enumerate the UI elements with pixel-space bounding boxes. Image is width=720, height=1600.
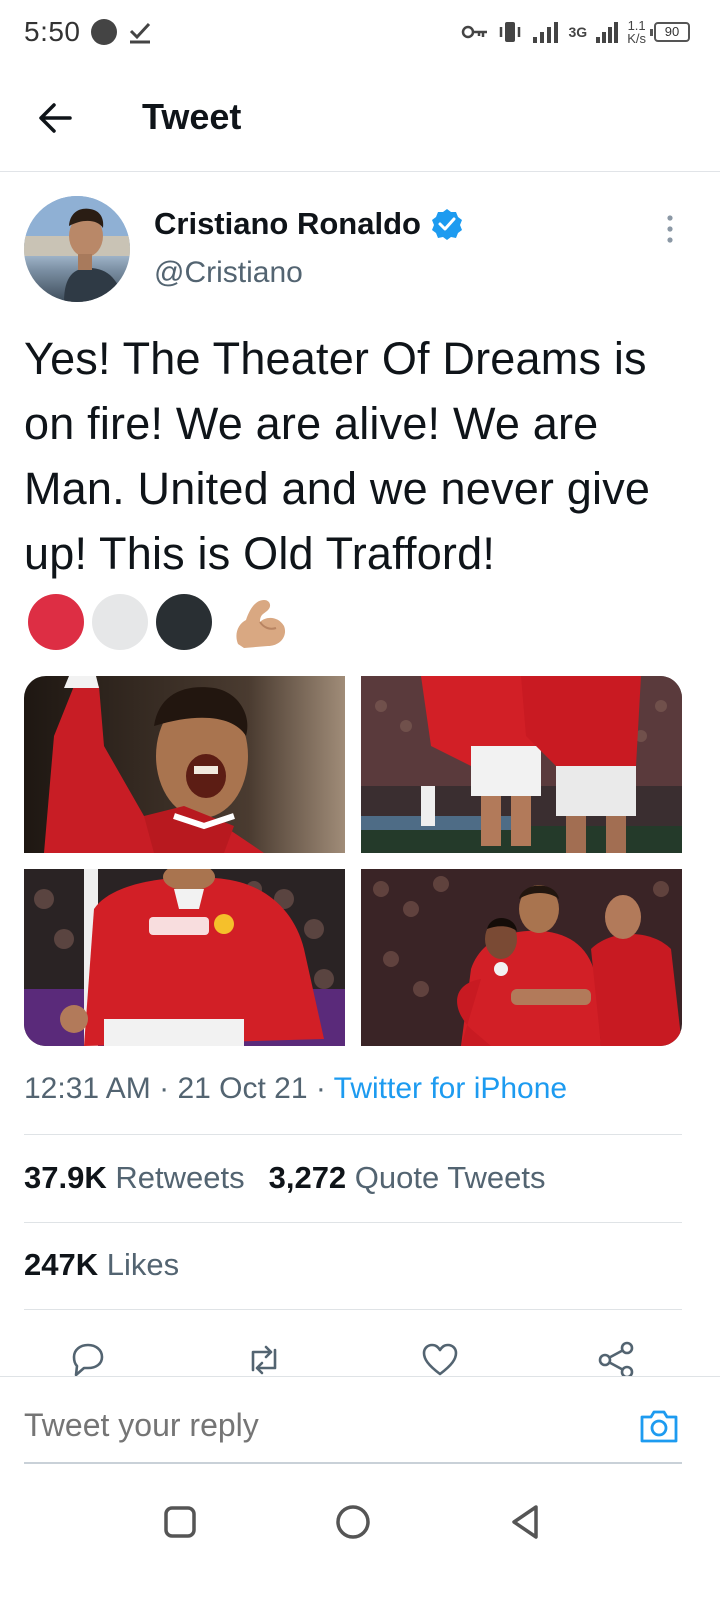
celebration-goal-photo[interactable] bbox=[24, 869, 345, 1046]
quotes-label: Quote Tweets bbox=[354, 1160, 546, 1195]
tweet-actions bbox=[0, 1330, 720, 1379]
status-bar: 5:50 3G 1.1 K/s 90 bbox=[0, 0, 720, 64]
avatar-portrait bbox=[24, 196, 130, 302]
tweet-photos bbox=[24, 676, 682, 1046]
retweet-icon[interactable] bbox=[244, 1340, 284, 1380]
back-button-icon[interactable] bbox=[506, 1502, 546, 1542]
recording-icon bbox=[90, 19, 117, 45]
vibrate-icon bbox=[499, 22, 520, 42]
author-handle[interactable]: @Cristiano bbox=[154, 256, 303, 290]
network-type: 3G bbox=[568, 23, 588, 40]
reply-bar bbox=[0, 1376, 720, 1464]
emoji-row bbox=[28, 594, 290, 651]
red-circle-emoji bbox=[28, 594, 84, 651]
avatar[interactable] bbox=[24, 196, 130, 302]
meta-separator: · bbox=[159, 1072, 170, 1105]
white-circle-emoji bbox=[92, 594, 148, 651]
tweet-text: Yes! The Theater Of Dreams is on fire! W… bbox=[24, 326, 696, 651]
celebration-photo[interactable] bbox=[24, 676, 345, 853]
tweet-date: 21 Oct 21 bbox=[177, 1072, 308, 1105]
share-icon[interactable] bbox=[596, 1340, 636, 1380]
home-button-icon[interactable] bbox=[333, 1502, 373, 1542]
app-header: Tweet bbox=[0, 64, 720, 172]
reply-underline bbox=[24, 1462, 682, 1464]
tweet-detail-screen: 5:50 3G 1.1 K/s 90 Tweet Cristiano Ronal… bbox=[0, 0, 720, 1600]
reply-input[interactable] bbox=[24, 1403, 584, 1447]
tweet-author: Cristiano Ronaldo @Cristiano bbox=[24, 196, 696, 304]
likes-stats: 247K Likes bbox=[24, 1247, 179, 1283]
battery-indicator: 90 bbox=[650, 22, 690, 42]
back-arrow-icon[interactable] bbox=[34, 96, 78, 140]
players-running-photo[interactable] bbox=[361, 676, 682, 853]
more-options-icon[interactable] bbox=[664, 214, 676, 244]
system-nav-bar bbox=[0, 1480, 720, 1600]
vpn-key-icon bbox=[461, 25, 487, 39]
tweet-body: Yes! The Theater Of Dreams is on fire! W… bbox=[24, 333, 651, 579]
verified-badge-icon bbox=[431, 209, 462, 240]
network-speed: 1.1 K/s bbox=[627, 19, 646, 45]
author-name[interactable]: Cristiano Ronaldo bbox=[154, 206, 421, 242]
camera-icon[interactable] bbox=[638, 1405, 680, 1447]
like-heart-icon[interactable] bbox=[420, 1340, 460, 1380]
retweets-count: 37.9K bbox=[24, 1160, 107, 1195]
likes-stat[interactable]: 247K Likes bbox=[24, 1247, 179, 1283]
page-title: Tweet bbox=[142, 96, 242, 137]
tweet-time: 12:31 AM bbox=[24, 1072, 151, 1105]
speed-unit: K/s bbox=[627, 31, 646, 46]
divider bbox=[24, 1134, 682, 1135]
reply-icon[interactable] bbox=[68, 1340, 108, 1380]
tweet-meta: 12:31 AM · 21 Oct 21 · Twitter for iPhon… bbox=[24, 1072, 567, 1106]
divider bbox=[24, 1222, 682, 1223]
likes-count: 247K bbox=[24, 1247, 99, 1282]
signal-icon bbox=[532, 22, 558, 43]
download-done-icon bbox=[129, 22, 150, 44]
team-hug-photo[interactable] bbox=[361, 869, 682, 1046]
status-time: 5:50 bbox=[24, 16, 81, 47]
likes-label: Likes bbox=[106, 1247, 180, 1282]
retweets-label: Retweets bbox=[115, 1160, 245, 1195]
quote-tweets-stat[interactable]: 3,272 Quote Tweets bbox=[269, 1160, 546, 1196]
divider bbox=[24, 1309, 682, 1310]
quotes-count: 3,272 bbox=[268, 1160, 347, 1195]
tweet-source-link[interactable]: Twitter for iPhone bbox=[334, 1072, 567, 1105]
recents-button-icon[interactable] bbox=[160, 1502, 200, 1542]
retweets-stat[interactable]: 37.9K Retweets bbox=[24, 1160, 245, 1196]
signal-2-icon bbox=[596, 22, 619, 43]
retweet-stats: 37.9K Retweets 3,272 Quote Tweets bbox=[24, 1160, 546, 1196]
flexed-biceps-emoji bbox=[236, 600, 286, 649]
black-circle-emoji bbox=[156, 594, 212, 651]
meta-separator-2: · bbox=[315, 1072, 326, 1105]
